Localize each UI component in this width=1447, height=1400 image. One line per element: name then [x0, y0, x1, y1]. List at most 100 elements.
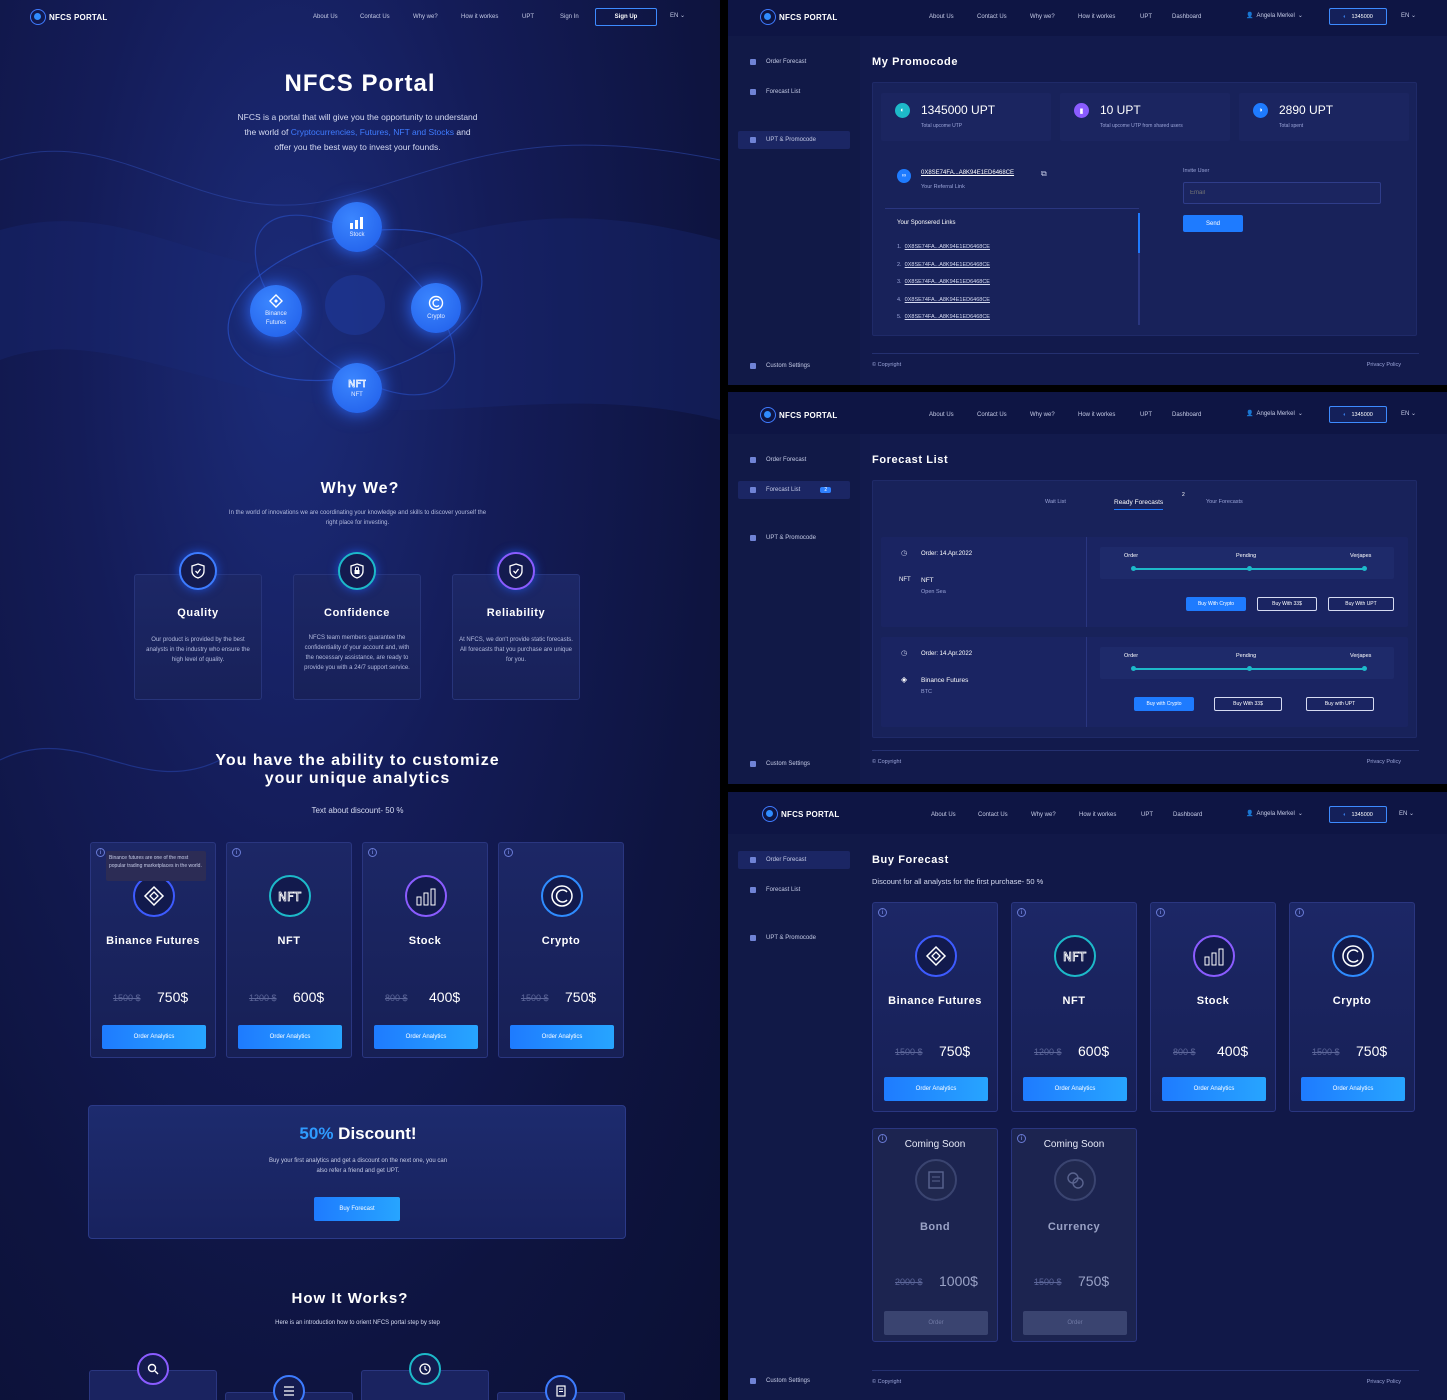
- sponsored-item[interactable]: 5. 0X8SE74FA...A8K94E1ED6468CE: [897, 309, 990, 327]
- buy-crypto-button[interactable]: Buy with Crypto: [1134, 697, 1194, 711]
- upt-balance[interactable]: ◐ 1345000: [1329, 8, 1387, 25]
- sidebar-item-settings[interactable]: Custom Settings: [738, 1372, 850, 1390]
- nav-why[interactable]: Why we?: [413, 14, 438, 20]
- nav-how[interactable]: How it workes: [1078, 14, 1115, 20]
- sidebar-item-order[interactable]: Order Forecast: [738, 451, 850, 469]
- buy-upt-button[interactable]: Buy With UPT: [1328, 597, 1394, 611]
- nav-about[interactable]: About Us: [929, 14, 954, 20]
- info-icon[interactable]: i: [1017, 908, 1026, 917]
- send-button[interactable]: Send: [1183, 215, 1243, 232]
- sidebar-item-list[interactable]: Forecast List: [738, 881, 850, 899]
- nav-contact[interactable]: Contact Us: [978, 812, 1008, 818]
- logo[interactable]: NFCS PORTAL: [760, 9, 838, 25]
- nav-contact[interactable]: Contact Us: [360, 14, 390, 20]
- nav-contact[interactable]: Contact Us: [977, 14, 1007, 20]
- logo[interactable]: NFCS PORTAL: [30, 9, 108, 25]
- signup-button[interactable]: Sign Up: [595, 8, 657, 26]
- info-icon[interactable]: i: [96, 848, 105, 857]
- buy-upt-button[interactable]: Buy with UPT: [1306, 697, 1374, 711]
- orbit-node-crypto[interactable]: Crypto: [411, 283, 461, 333]
- order-button[interactable]: Order: [1023, 1311, 1127, 1335]
- nav-about[interactable]: About Us: [931, 812, 956, 818]
- orbit-node-nft[interactable]: NFT NFT: [332, 363, 382, 413]
- sidebar-item-upt[interactable]: UPT & Promocode: [738, 529, 850, 547]
- user-menu[interactable]: 👤 Angela Merkel ⌄: [1246, 12, 1303, 20]
- language-select[interactable]: EN ⌄: [1401, 12, 1416, 19]
- sponsored-link[interactable]: 0X8SE74FA...A8K94E1ED6468CE: [905, 279, 990, 285]
- privacy-link[interactable]: Privacy Policy: [1367, 362, 1401, 368]
- user-menu[interactable]: 👤 Angela Merkel ⌄: [1246, 410, 1303, 418]
- nav-why[interactable]: Why we?: [1030, 14, 1055, 20]
- sidebar-item-list[interactable]: Forecast List 2: [738, 481, 850, 499]
- nav-why[interactable]: Why we?: [1031, 812, 1056, 818]
- logo[interactable]: NFCS PORTAL: [760, 407, 838, 423]
- language-select[interactable]: EN ⌄: [1401, 410, 1416, 417]
- nav-signin[interactable]: Sign In: [560, 14, 579, 20]
- nav-dashboard[interactable]: Dashboard: [1172, 412, 1201, 418]
- user-menu[interactable]: 👤 Angela Merkel ⌄: [1246, 810, 1303, 818]
- buy-forecast-button[interactable]: Buy Forecast: [314, 1197, 400, 1221]
- sponsored-link[interactable]: 0X8SE74FA...A8K94E1ED6468CE: [905, 314, 990, 320]
- info-icon[interactable]: i: [368, 848, 377, 857]
- order-analytics-button[interactable]: Order Analytics: [238, 1025, 342, 1049]
- info-icon[interactable]: i: [232, 848, 241, 857]
- sponsored-link[interactable]: 0X8SE74FA...A8K94E1ED6468CE: [905, 297, 990, 303]
- info-icon[interactable]: i: [504, 848, 513, 857]
- copy-icon[interactable]: ⧉: [1041, 169, 1047, 179]
- order-analytics-button[interactable]: Order Analytics: [102, 1025, 206, 1049]
- nav-about[interactable]: About Us: [929, 412, 954, 418]
- order-analytics-button[interactable]: Order Analytics: [374, 1025, 478, 1049]
- order-analytics-button[interactable]: Order Analytics: [1162, 1077, 1266, 1101]
- buy-usd-button[interactable]: Buy With 33$: [1257, 597, 1317, 611]
- nav-how[interactable]: How it workes: [1079, 812, 1116, 818]
- tab-your-forecasts[interactable]: Your Forecasts: [1206, 499, 1243, 505]
- order-analytics-button[interactable]: Order Analytics: [510, 1025, 614, 1049]
- nav-dashboard[interactable]: Dashboard: [1172, 14, 1201, 20]
- info-icon[interactable]: i: [1156, 908, 1165, 917]
- sidebar-item-upt[interactable]: UPT & Promocode: [738, 929, 850, 947]
- sidebar-item-settings[interactable]: Custom Settings: [738, 357, 850, 375]
- order-analytics-button[interactable]: Order Analytics: [1301, 1077, 1405, 1101]
- sidebar-item-settings[interactable]: Custom Settings: [738, 755, 850, 773]
- sponsored-item[interactable]: 1. 0X8SE74FA...A8K94E1ED6468CE: [897, 239, 990, 257]
- order-analytics-button[interactable]: Order Analytics: [884, 1077, 988, 1101]
- buy-crypto-button[interactable]: Buy With Crypto: [1186, 597, 1246, 611]
- order-analytics-button[interactable]: Order Analytics: [1023, 1077, 1127, 1101]
- sidebar-item-upt[interactable]: UPT & Promocode: [738, 131, 850, 149]
- orbit-node-stock[interactable]: Stock: [332, 202, 382, 252]
- logo[interactable]: NFCS PORTAL: [762, 806, 840, 822]
- tab-wait-list[interactable]: Wait List: [1045, 499, 1066, 505]
- nav-about[interactable]: About Us: [313, 14, 338, 20]
- sponsored-item[interactable]: 4. 0X8SE74FA...A8K94E1ED6468CE: [897, 292, 990, 310]
- orbit-node-binance[interactable]: Binance Futures: [250, 285, 302, 337]
- privacy-link[interactable]: Privacy Policy: [1367, 1379, 1401, 1385]
- nav-how[interactable]: How it workes: [461, 14, 498, 20]
- sponsored-link[interactable]: 0X8SE74FA...A8K94E1ED6468CE: [905, 244, 990, 250]
- nav-contact[interactable]: Contact Us: [977, 412, 1007, 418]
- info-icon[interactable]: i: [878, 908, 887, 917]
- language-select[interactable]: EN ⌄: [1399, 810, 1414, 817]
- nav-upt[interactable]: UPT: [522, 14, 534, 20]
- sidebar-item-list[interactable]: Forecast List: [738, 83, 850, 101]
- privacy-link[interactable]: Privacy Policy: [1367, 759, 1401, 765]
- sponsored-link[interactable]: 0X8SE74FA...A8K94E1ED6468CE: [905, 262, 990, 268]
- nav-upt[interactable]: UPT: [1141, 812, 1153, 818]
- nav-how[interactable]: How it workes: [1078, 412, 1115, 418]
- email-field[interactable]: [1183, 182, 1381, 204]
- hero-markets-link[interactable]: Cryptocurrencies, Futures, NFT and Stock…: [291, 127, 454, 137]
- sponsored-item[interactable]: 2. 0X8SE74FA...A8K94E1ED6468CE: [897, 257, 990, 275]
- sidebar-item-order[interactable]: Order Forecast: [738, 53, 850, 71]
- order-button[interactable]: Order: [884, 1311, 988, 1335]
- nav-dashboard[interactable]: Dashboard: [1173, 812, 1202, 818]
- referral-link[interactable]: 0X8SE74FA...A8K94E1ED6468CE: [921, 170, 1014, 176]
- scrollbar-track[interactable]: [1138, 213, 1140, 325]
- nav-why[interactable]: Why we?: [1030, 412, 1055, 418]
- upt-balance[interactable]: ◐ 1345000: [1329, 806, 1387, 823]
- nav-upt[interactable]: UPT: [1140, 412, 1152, 418]
- language-select[interactable]: EN ⌄: [670, 12, 685, 19]
- buy-usd-button[interactable]: Buy With 33$: [1214, 697, 1282, 711]
- sidebar-item-order[interactable]: Order Forecast: [738, 851, 850, 869]
- info-icon[interactable]: i: [1295, 908, 1304, 917]
- scrollbar-thumb[interactable]: [1138, 213, 1140, 253]
- nav-upt[interactable]: UPT: [1140, 14, 1152, 20]
